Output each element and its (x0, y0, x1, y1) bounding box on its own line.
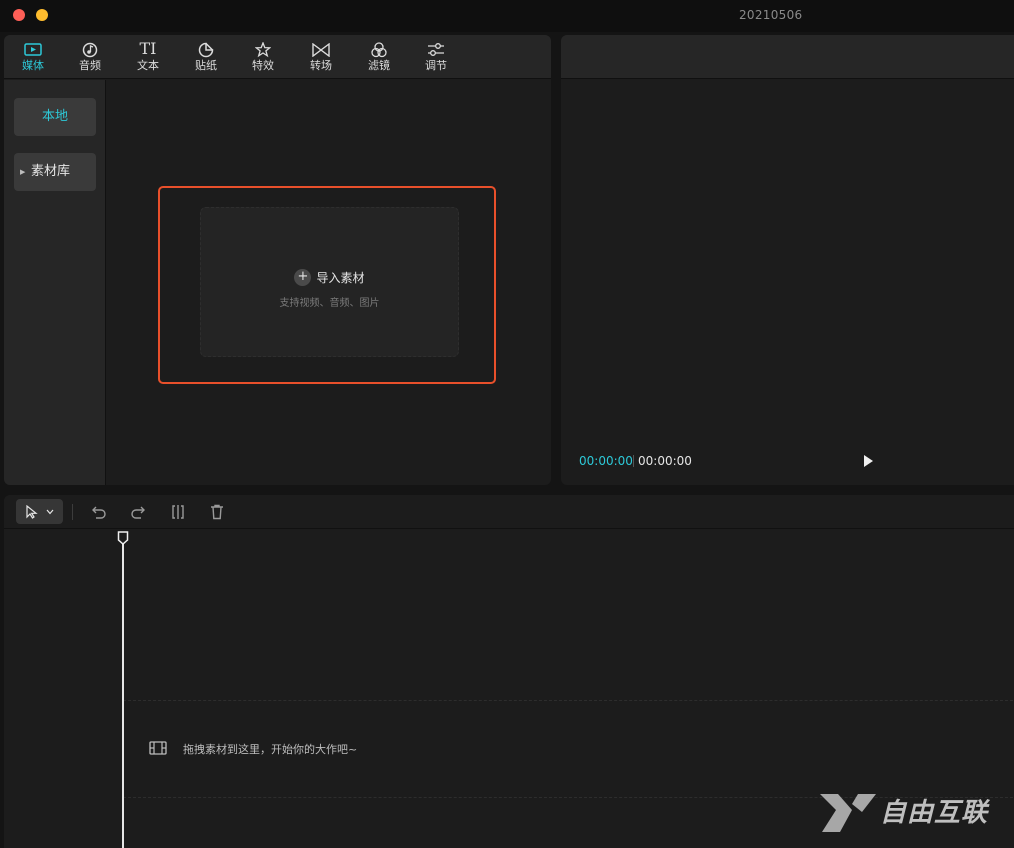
text-icon: TI (139, 39, 157, 58)
main-track-dropzone[interactable]: 拖拽素材到这里，开始你的大作吧~ (123, 700, 1014, 798)
redo-icon[interactable] (129, 503, 147, 521)
tab-audio[interactable]: 音频 (70, 39, 110, 77)
media-panel: 媒体 音频 TI 文本 贴纸 特效 转场 滤镜 调节 本地 ▶ 素材库 + 导入… (4, 35, 551, 485)
toolbar-divider (72, 504, 73, 520)
window-title: 20210506 (739, 8, 803, 22)
preview-header (561, 35, 1014, 79)
title-bar: 20210506 (0, 0, 1014, 32)
tab-effects-label: 特效 (252, 59, 274, 72)
chevron-down-icon (46, 509, 54, 515)
import-material-button[interactable]: + 导入素材 (201, 269, 458, 286)
timeline-toolbar (4, 495, 1014, 529)
tab-filter[interactable]: 滤镜 (359, 39, 399, 77)
watermark-logo-icon (820, 794, 876, 832)
total-duration: 00:00:00 (638, 454, 692, 468)
current-time: 00:00:00 (579, 454, 633, 468)
tab-sticker[interactable]: 贴纸 (186, 39, 226, 77)
effects-icon (243, 39, 283, 59)
plus-icon: + (294, 269, 312, 286)
playhead-handle[interactable] (117, 531, 129, 545)
filter-icon (359, 39, 399, 59)
window-minimize-button[interactable] (36, 9, 48, 21)
tab-text[interactable]: TI 文本 (128, 39, 168, 77)
tab-audio-label: 音频 (79, 59, 101, 72)
tab-filter-label: 滤镜 (368, 59, 390, 72)
tab-text-label: 文本 (137, 59, 159, 72)
play-icon[interactable] (861, 454, 875, 468)
adjust-icon (416, 39, 456, 59)
sidebar-item-library-label: 素材库 (31, 164, 71, 179)
media-icon (13, 39, 53, 59)
tab-adjust-label: 调节 (425, 59, 447, 72)
transition-icon (301, 39, 341, 59)
audio-icon (70, 39, 110, 59)
import-material-dropzone[interactable]: + 导入素材 支持视频、音频、图片 (200, 207, 459, 357)
expand-caret-icon: ▶ (20, 168, 26, 176)
tab-adjust[interactable]: 调节 (416, 39, 456, 77)
watermark-text: 自由互联 (880, 798, 989, 828)
media-sidebar: 本地 ▶ 素材库 (4, 80, 106, 485)
sidebar-item-local[interactable]: 本地 (14, 98, 96, 136)
tab-media[interactable]: 媒体 (13, 39, 53, 77)
watermark: 自由互联 (814, 786, 1004, 836)
sidebar-item-library[interactable]: ▶ 素材库 (14, 153, 96, 191)
playhead-line[interactable] (122, 540, 124, 848)
split-icon[interactable] (169, 503, 187, 521)
tab-transition-label: 转场 (310, 59, 332, 72)
import-supported-types: 支持视频、音频、图片 (279, 298, 380, 309)
delete-icon[interactable] (208, 503, 226, 521)
track-drop-hint: 拖拽素材到这里，开始你的大作吧~ (183, 743, 358, 756)
sticker-icon (186, 39, 226, 59)
tab-effects[interactable]: 特效 (243, 39, 283, 77)
tab-media-label: 媒体 (22, 59, 44, 72)
material-toolbar: 媒体 音频 TI 文本 贴纸 特效 转场 滤镜 调节 (4, 35, 551, 79)
select-icon (26, 505, 38, 519)
window-close-button[interactable] (13, 9, 25, 21)
import-label: 导入素材 (316, 271, 365, 285)
tab-transition[interactable]: 转场 (301, 39, 341, 77)
time-separator (633, 455, 634, 467)
undo-icon[interactable] (90, 503, 108, 521)
select-tool-dropdown[interactable] (16, 499, 63, 524)
film-icon (149, 741, 167, 755)
tab-sticker-label: 贴纸 (195, 59, 217, 72)
preview-panel: 00:00:00 00:00:00 (561, 35, 1014, 485)
